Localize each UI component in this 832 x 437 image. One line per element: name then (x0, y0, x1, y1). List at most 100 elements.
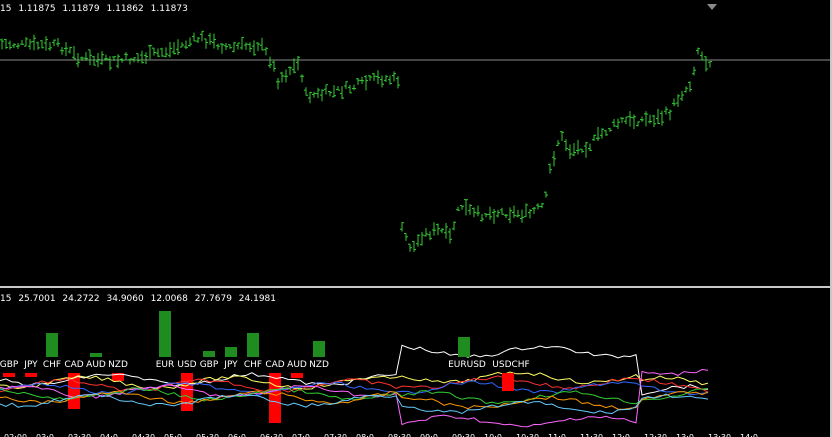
time-tick-label: 03:0 (36, 433, 54, 437)
price-bar (8, 40, 12, 50)
price-bar (52, 39, 56, 47)
time-tick-label: 07:0 (292, 433, 310, 437)
time-tick-label: 09:30 (452, 433, 475, 437)
price-bar (356, 77, 360, 85)
price-bar (476, 205, 480, 217)
price-bar (44, 36, 48, 51)
price-bar (260, 37, 264, 51)
time-tick-label: 13:30 (708, 433, 731, 437)
strength-bar-up (46, 333, 58, 357)
price-bar (564, 139, 568, 152)
strength-line (0, 344, 709, 396)
price-bar (168, 41, 172, 58)
price-bar (256, 42, 260, 52)
price-bar (28, 39, 32, 50)
currency-label: GBP (0, 360, 19, 370)
price-chart-pane[interactable]: 15 1.11875 1.11879 1.11862 1.11873 (0, 0, 830, 285)
price-bar (684, 86, 688, 93)
pair-label: USDCHF (492, 360, 529, 370)
price-bar (232, 41, 236, 53)
price-bar (252, 40, 256, 56)
price-bar (600, 128, 604, 139)
strength-line (0, 371, 709, 390)
time-tick-label: 05:0 (164, 433, 182, 437)
time-tick-label: 10:30 (516, 433, 539, 437)
price-bar (552, 150, 556, 167)
price-bar (56, 37, 60, 47)
price-bar (584, 141, 588, 158)
pair-label: EURUSD (448, 360, 486, 370)
price-bar (604, 130, 608, 136)
price-bar (436, 223, 440, 236)
time-tick-label: 11:0 (548, 433, 566, 437)
time-tick-label: 05:30 (196, 433, 219, 437)
price-bar (696, 47, 700, 55)
price-bar (540, 202, 544, 209)
price-bar (116, 54, 120, 69)
currency-label: NZD (108, 360, 128, 370)
price-bar (376, 70, 380, 85)
currency-label: AUD (287, 360, 307, 370)
price-bar (24, 37, 28, 47)
currency-label: CAD (265, 360, 284, 370)
price-bar (264, 47, 268, 56)
price-bar (424, 227, 428, 237)
price-bar (628, 111, 632, 127)
price-bar (484, 213, 488, 218)
price-bar (164, 47, 168, 58)
price-bar (352, 84, 356, 91)
price-bar (64, 42, 68, 57)
price-bar (48, 42, 52, 51)
price-bar (272, 60, 276, 72)
currency-label: CAD (64, 360, 83, 370)
price-bar (620, 117, 624, 123)
currency-label: CHF (43, 360, 61, 370)
price-bar (208, 32, 212, 45)
price-bar (380, 75, 384, 88)
time-tick-label: 13:0 (676, 433, 694, 437)
price-bar (60, 46, 64, 55)
price-bar (288, 66, 292, 76)
pane-separator[interactable] (0, 286, 832, 288)
price-bar (704, 56, 708, 72)
price-bar (692, 66, 696, 76)
price-bar (72, 45, 76, 60)
price-bar (88, 49, 92, 66)
price-bar (372, 72, 376, 81)
price-bar (324, 84, 328, 95)
price-bar (36, 41, 40, 50)
price-bar (228, 44, 232, 49)
price-bar (580, 148, 584, 153)
price-bar (16, 43, 20, 49)
pair-bar-up (458, 337, 470, 357)
time-tick-label: 04:30 (132, 433, 155, 437)
price-bar (572, 143, 576, 157)
price-bar (636, 121, 640, 127)
price-bar (316, 87, 320, 99)
price-bar (448, 228, 452, 244)
price-bar (344, 81, 348, 89)
price-bar (332, 85, 336, 98)
time-tick-label: 03:30 (68, 433, 91, 437)
currency-label: CHF (244, 360, 262, 370)
price-bar (516, 209, 520, 218)
time-tick-label: 12:0 (612, 433, 630, 437)
indicator-pane[interactable]: 15 25.7001 24.2722 34.9060 12.0068 27.76… (0, 290, 830, 431)
price-bar (472, 207, 476, 218)
strength-bar-down (181, 373, 193, 411)
price-bar (156, 48, 160, 57)
price-bar (400, 222, 404, 232)
price-bar (648, 114, 652, 124)
price-bar (660, 110, 664, 126)
strength-bar-up (90, 353, 102, 357)
price-bar (548, 163, 552, 174)
price-bar (500, 207, 504, 215)
currency-strength-canvas: GBP JPY CHF CAD AUD NZD EUR USD GBP JPY CHF CAD AUD N… (0, 311, 709, 428)
price-bar (408, 243, 412, 252)
price-bar (144, 52, 148, 64)
strength-bar-down (3, 373, 15, 377)
price-bar (32, 34, 36, 51)
strength-bar-down (269, 373, 281, 423)
price-bar (40, 40, 44, 49)
currency-label: GBP (200, 360, 219, 370)
